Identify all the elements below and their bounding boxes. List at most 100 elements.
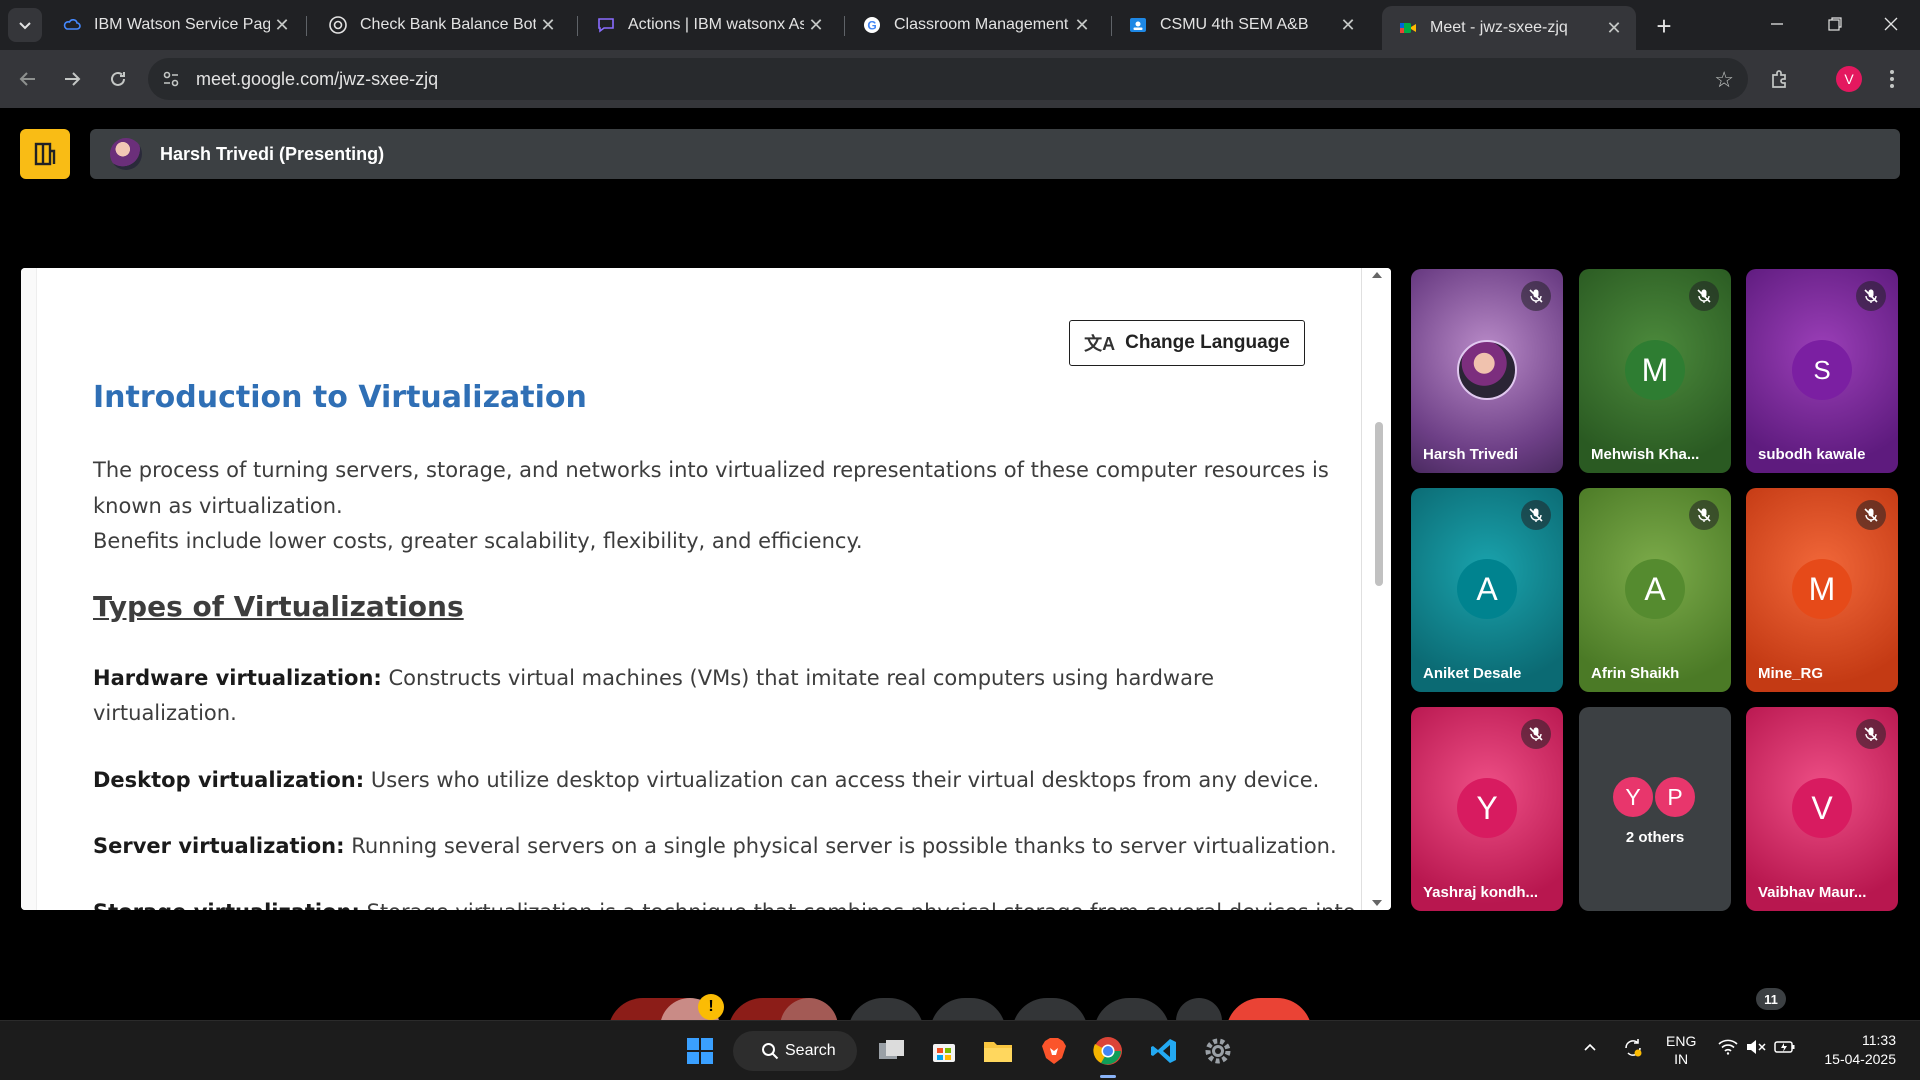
close-icon[interactable]: ✕ — [1336, 13, 1360, 37]
volume-status[interactable] — [1746, 1039, 1766, 1059]
participant-count-badge: 11 — [1756, 988, 1786, 1010]
intro-line: Benefits include lower costs, greater sc… — [93, 529, 863, 553]
taskbar-search[interactable]: Search — [733, 1031, 857, 1071]
windows-start-button[interactable] — [680, 1031, 720, 1071]
brave-browser-button[interactable] — [1034, 1031, 1074, 1071]
type-item-desktop: Desktop virtualization: Users who utiliz… — [93, 762, 1319, 798]
microsoft-store-button[interactable] — [924, 1031, 964, 1071]
participant-name: Harsh Trivedi — [1423, 446, 1519, 463]
sync-status-button[interactable] — [1622, 1037, 1644, 1063]
change-language-label: Change Language — [1125, 332, 1290, 353]
profile-avatar[interactable]: V — [1836, 66, 1862, 92]
tab-bank-balance-bot[interactable]: Check Bank Balance Bot ✕ — [312, 6, 570, 44]
chevron-up-icon — [1584, 1043, 1596, 1051]
tab-divider — [844, 16, 845, 36]
others-label: 2 others — [1625, 829, 1685, 846]
type-description: Constructs virtual machines (VMs) that i… — [381, 666, 1215, 690]
clock-time: 11:33 — [1862, 1032, 1896, 1048]
participant-avatar: S — [1792, 340, 1852, 400]
participant-tile[interactable]: A Aniket Desale — [1411, 488, 1563, 692]
chevron-down-icon — [19, 22, 31, 30]
tab-csmu-classroom[interactable]: CSMU 4th SEM A&B ✕ — [1112, 6, 1370, 44]
type-description: Storage virtualization is a technique th… — [360, 900, 1356, 910]
participant-tile[interactable]: Harsh Trivedi — [1411, 269, 1563, 473]
tab-label: Classroom Management To — [894, 16, 1070, 33]
types-heading: Types of Virtualizations — [93, 590, 464, 623]
tab-classroom-management[interactable]: G Classroom Management To ✕ — [846, 6, 1104, 44]
reload-button[interactable] — [100, 61, 136, 97]
network-status[interactable] — [1718, 1039, 1738, 1059]
scroll-thumb[interactable] — [1375, 422, 1383, 586]
close-icon[interactable]: ✕ — [536, 13, 560, 37]
site-info-icon[interactable] — [160, 68, 182, 90]
battery-status[interactable] — [1774, 1038, 1796, 1060]
tab-label: IBM Watson Service Page — [94, 16, 270, 33]
url-text[interactable]: meet.google.com/jwz-sxee-zjq — [196, 69, 438, 90]
chrome-button[interactable] — [1088, 1031, 1128, 1071]
extensions-button[interactable] — [1762, 61, 1798, 97]
participant-name: Vaibhav Maur... — [1758, 884, 1867, 901]
presenting-label: Harsh Trivedi (Presenting) — [160, 144, 385, 164]
bookmark-star-icon[interactable]: ☆ — [1714, 67, 1734, 93]
tab-label: Meet - jwz-sxee-zjq — [1430, 19, 1568, 36]
chrome-icon — [1093, 1037, 1122, 1065]
change-language-button[interactable]: 文A Change Language — [1069, 320, 1305, 366]
type-term: Storage virtualization: — [93, 900, 360, 910]
others-avatar: Y — [1611, 775, 1655, 819]
show-hidden-icons-button[interactable] — [1582, 1039, 1598, 1059]
tab-search-button[interactable] — [8, 8, 42, 42]
tab-ibm-watson[interactable]: IBM Watson Service Page ✕ — [46, 6, 304, 44]
search-label: Search — [785, 1042, 836, 1059]
screen-left-edge — [21, 268, 37, 910]
close-icon[interactable]: ✕ — [1602, 16, 1626, 40]
clock[interactable]: 11:33 15-04-2025 — [1812, 1031, 1896, 1069]
tab-meet[interactable]: Meet - jwz-sxee-zjq ✕ — [1382, 6, 1636, 50]
others-avatar: P — [1653, 775, 1697, 819]
arrow-right-icon — [65, 72, 81, 86]
vscode-button[interactable] — [1144, 1031, 1184, 1071]
task-view-button[interactable] — [872, 1031, 912, 1071]
search-icon — [762, 1043, 779, 1060]
translate-icon: 文A — [1084, 334, 1116, 354]
tab-watsonx-actions[interactable]: Actions | IBM watsonx Assi ✕ — [580, 6, 838, 44]
forward-button[interactable] — [54, 61, 90, 97]
type-description: Users who utilize desktop virtualization… — [364, 768, 1320, 792]
address-bar[interactable]: meet.google.com/jwz-sxee-zjq ☆ — [148, 58, 1748, 100]
openai-icon — [328, 15, 348, 35]
battery-charging-icon — [1774, 1041, 1795, 1053]
store-icon — [933, 1044, 955, 1062]
puzzle-icon — [1772, 70, 1786, 88]
participant-tile[interactable]: A Afrin Shaikh — [1579, 488, 1731, 692]
shared-screen: 文A Change Language Introduction to Virtu… — [21, 268, 1391, 910]
minimize-button[interactable] — [1748, 0, 1806, 48]
participant-name: Mine_RG — [1758, 665, 1824, 682]
scroll-up-arrow-icon[interactable] — [1372, 272, 1382, 278]
meet-companion-logo[interactable] — [20, 129, 70, 179]
close-icon[interactable]: ✕ — [1070, 13, 1094, 37]
browser-menu-button[interactable] — [1874, 61, 1910, 97]
scroll-down-arrow-icon[interactable] — [1372, 900, 1382, 906]
close-icon[interactable]: ✕ — [270, 13, 294, 37]
file-explorer-button[interactable] — [978, 1031, 1018, 1071]
tab-divider — [306, 16, 307, 36]
new-tab-button[interactable]: + — [1650, 11, 1678, 41]
participant-tile[interactable]: M Mine_RG — [1746, 488, 1898, 692]
participant-tile[interactable]: V Vaibhav Maur... — [1746, 707, 1898, 911]
input-language-indicator[interactable]: ENG IN — [1666, 1032, 1696, 1068]
back-button[interactable] — [10, 61, 46, 97]
type-item-hardware: Hardware virtualization: Constructs virt… — [93, 660, 1214, 696]
participant-tile[interactable]: S subodh kawale — [1746, 269, 1898, 473]
others-tile[interactable]: Y P 2 others — [1579, 707, 1731, 911]
participant-avatar: M — [1625, 340, 1685, 400]
windows-logo-icon — [687, 1038, 713, 1064]
settings-button[interactable] — [1198, 1031, 1238, 1071]
participant-tile[interactable]: Y Yashraj kondh... — [1411, 707, 1563, 911]
scrollbar[interactable] — [1361, 268, 1391, 910]
restore-button[interactable] — [1806, 0, 1864, 48]
participant-name: subodh kawale — [1758, 446, 1866, 463]
close-icon[interactable]: ✕ — [804, 13, 828, 37]
gear-icon — [1205, 1038, 1231, 1064]
participant-avatar: Y — [1457, 778, 1517, 838]
participant-tile[interactable]: M Mehwish Kha... — [1579, 269, 1731, 473]
close-window-button[interactable] — [1862, 0, 1920, 48]
